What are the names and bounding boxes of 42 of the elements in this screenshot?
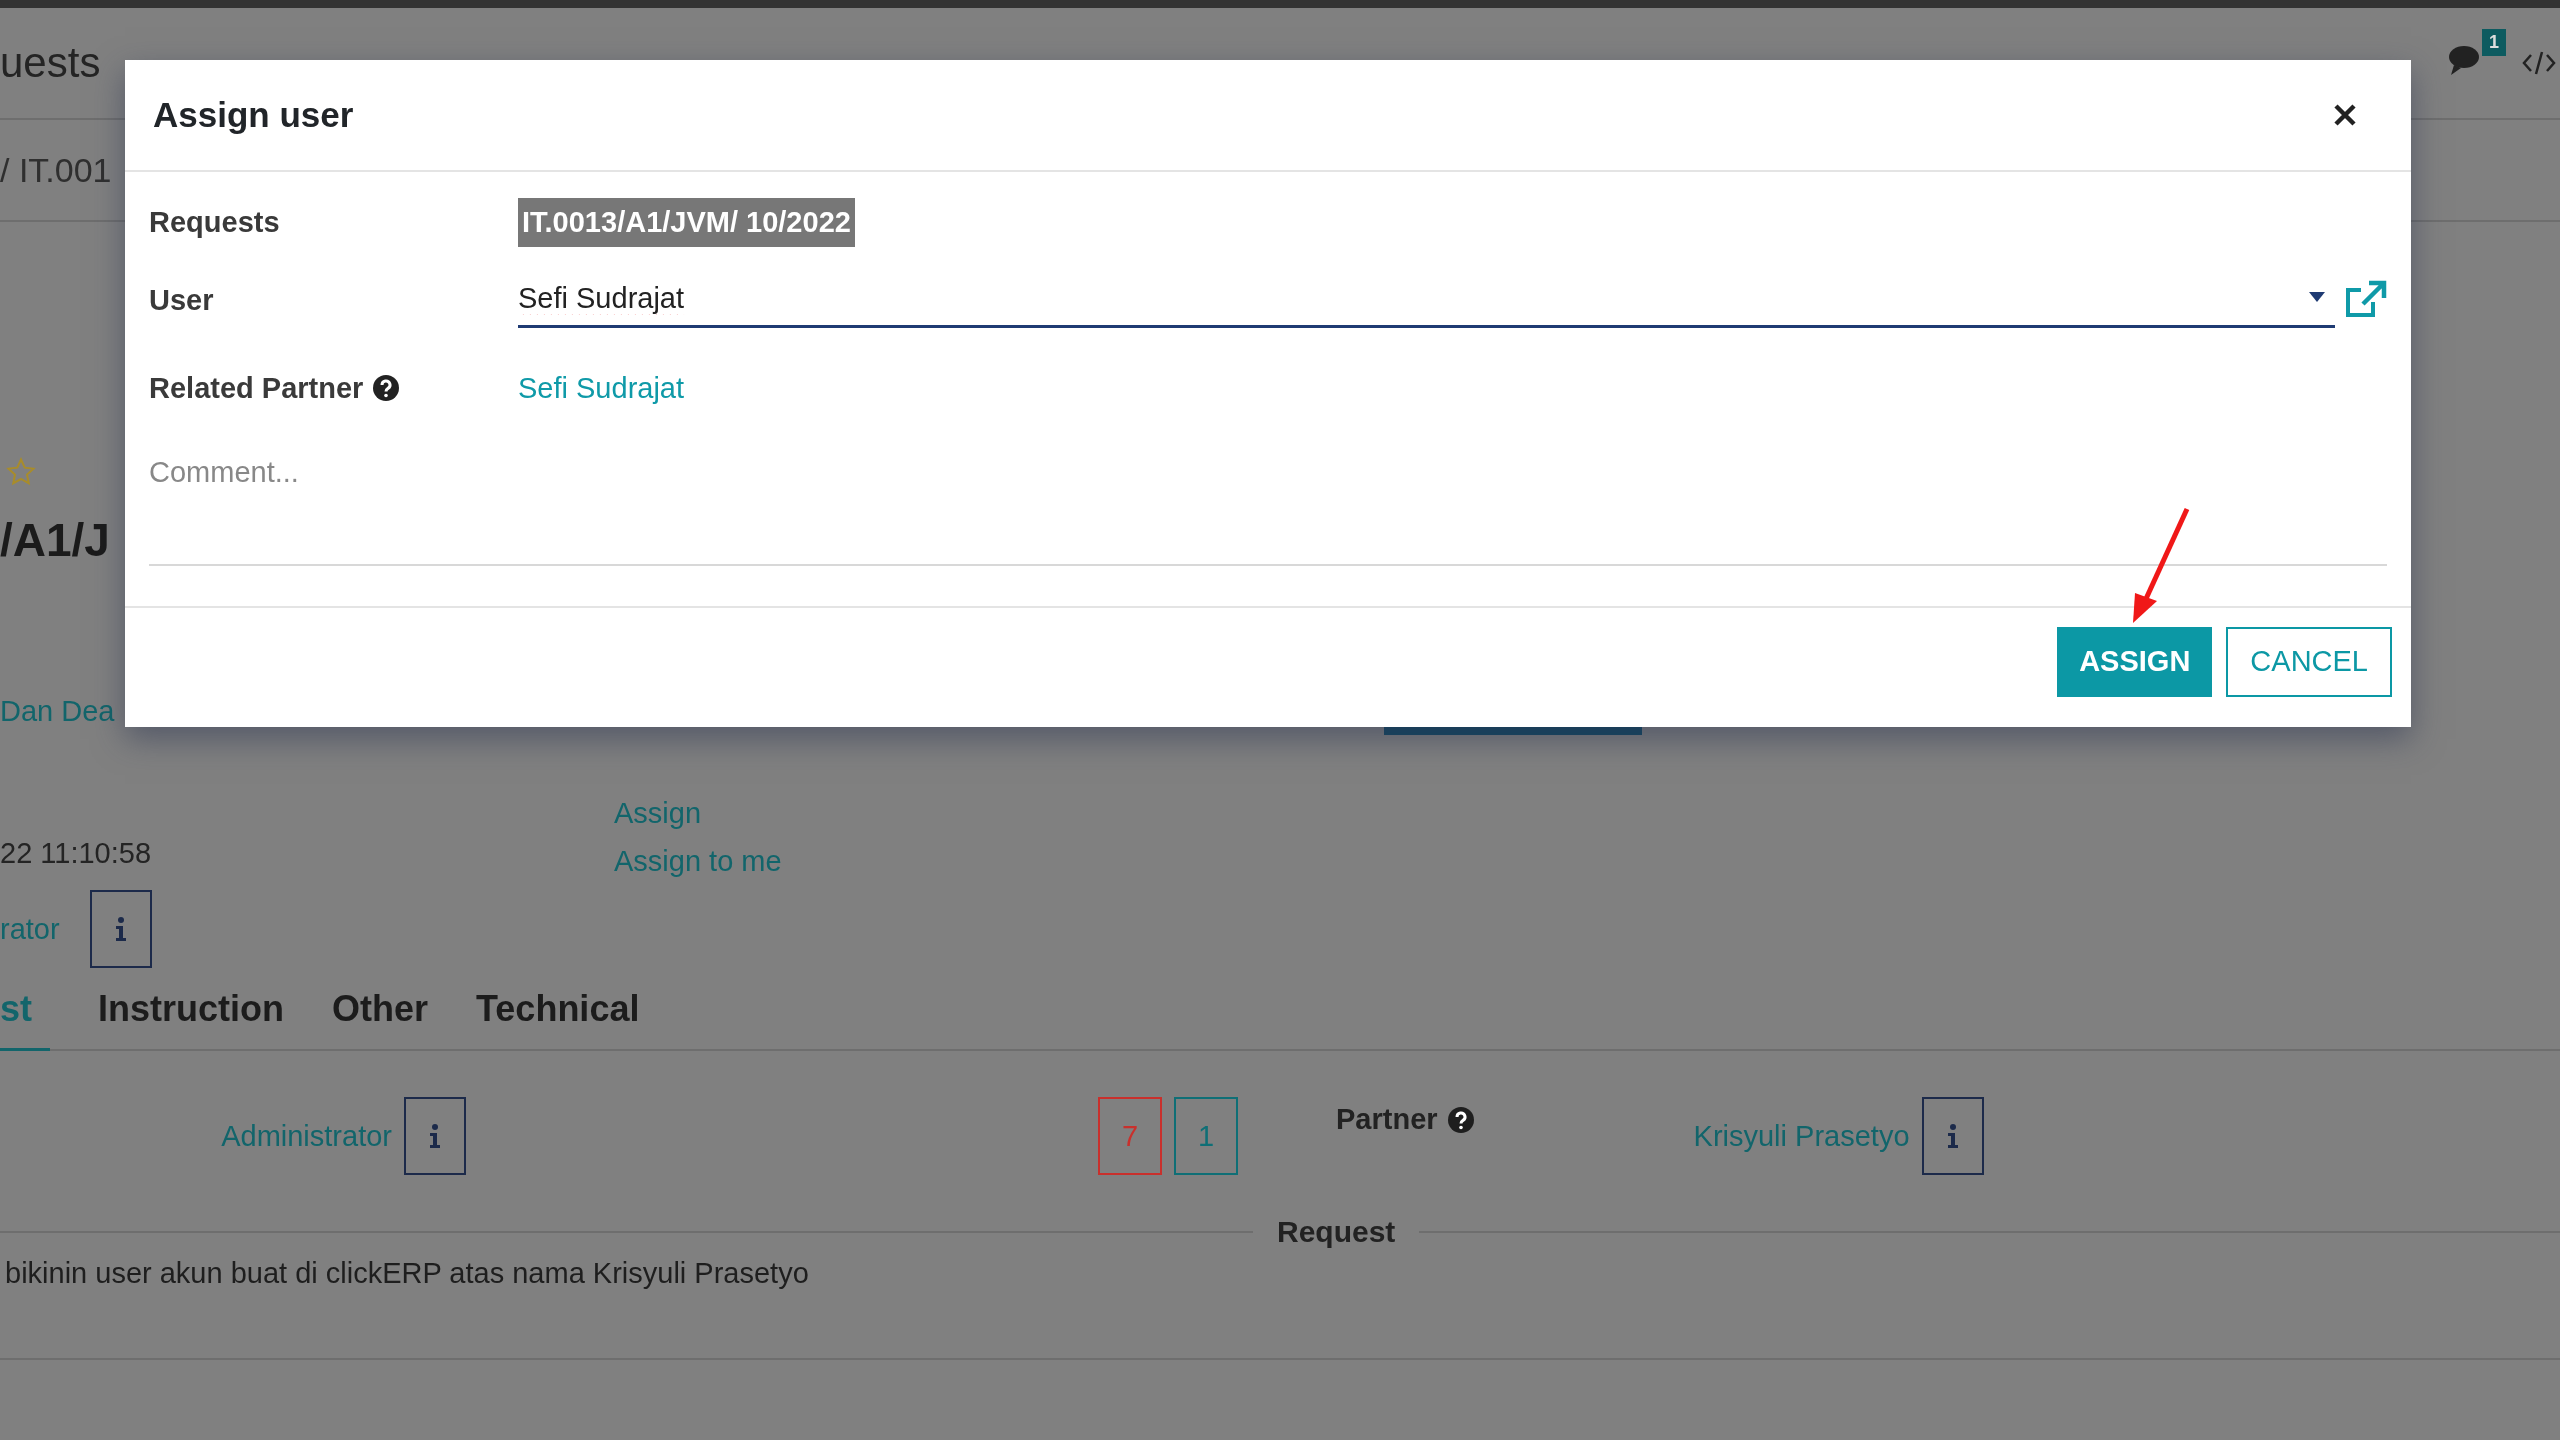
user-select[interactable]: Sefi Sudrajat: [518, 272, 2335, 328]
deadline-link[interactable]: Dan Dea: [0, 694, 115, 728]
assign-button[interactable]: ASSIGN: [2057, 626, 2213, 697]
description-text: bikinin user akun buat di clickERP atas nama Krisyuli Prasetyo: [4, 1257, 810, 1290]
date-value: 22 11:10:58: [0, 837, 152, 869]
partner-link[interactable]: Sefi Sudrajat: [518, 371, 685, 405]
record-title: /A1/J: [0, 513, 111, 567]
help-icon: [373, 375, 400, 401]
info-button[interactable]: [89, 890, 152, 968]
close-icon: [2333, 103, 2357, 127]
section-title: Request: [1277, 1215, 1396, 1249]
user-link[interactable]: rator: [0, 912, 60, 946]
info-icon: [429, 1124, 441, 1148]
info-icon: [114, 917, 127, 941]
caret-icon: [2309, 292, 2325, 302]
help-icon: [1447, 1106, 1474, 1133]
tab[interactable]: Technical: [476, 980, 640, 1051]
counter[interactable]: 7: [1098, 1097, 1162, 1175]
app-title: uests: [0, 39, 101, 87]
responsible-link[interactable]: Administrator: [221, 1119, 392, 1153]
tab[interactable]: Instruction: [98, 980, 284, 1051]
partner-link[interactable]: Krisyuli Prasetyo: [1693, 1119, 1910, 1153]
tab[interactable]: st: [0, 980, 50, 1051]
field-label: User: [149, 283, 214, 317]
dialog-title: Assign user: [153, 95, 354, 135]
field-label: Requests: [149, 205, 280, 239]
code-icon[interactable]: [2522, 49, 2556, 77]
breadcrumb[interactable]: / IT.001: [0, 150, 112, 190]
field-label: Partner: [1336, 1103, 1438, 1136]
info-icon: [1946, 1124, 1959, 1148]
counter[interactable]: 1: [1174, 1097, 1238, 1175]
field-label: Related Partner: [149, 371, 364, 405]
star-icon[interactable]: [6, 457, 36, 487]
request-tag: IT.0013/A1/JVM/ 10/2022: [518, 197, 855, 247]
action-link[interactable]: Assign: [614, 797, 782, 830]
message-count: 1: [2482, 29, 2506, 56]
info-button[interactable]: [1921, 1097, 1984, 1175]
external-link-icon[interactable]: [2343, 280, 2387, 320]
action-link[interactable]: Assign to me: [614, 845, 782, 878]
info-button[interactable]: [404, 1097, 466, 1175]
cancel-button[interactable]: CANCEL: [2226, 626, 2392, 697]
tab[interactable]: Other: [332, 980, 429, 1051]
